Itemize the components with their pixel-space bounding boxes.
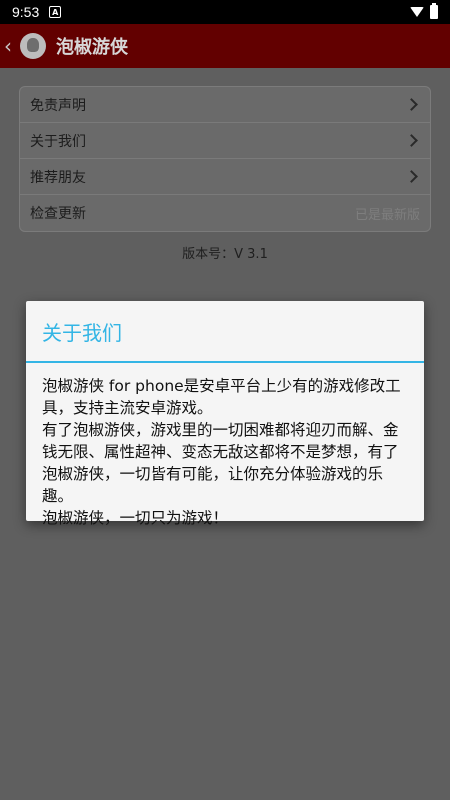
app-toolbar: ‹ 泡椒游侠 [0,24,450,68]
chevron-right-icon [405,98,418,111]
update-status-text: 已是最新版 [354,207,420,223]
app-logo-icon [20,33,46,59]
status-bar: 9:53 A [0,0,450,24]
dialog-paragraph: 泡椒游侠 for phone是安卓平台上少有的游戏修改工具，支持主流安卓游戏。 [42,377,401,417]
settings-item-label: 检查更新 [30,206,86,222]
app-title: 泡椒游侠 [56,37,128,58]
status-time: 9:53 [12,4,40,20]
settings-item-disclaimer[interactable]: 免责声明 [20,87,430,123]
version-label: 版本号：V 3.1 [182,247,268,262]
about-dialog: 关于我们 泡椒游侠 for phone是安卓平台上少有的游戏修改工具，支持主流安… [26,301,424,527]
dialog-paragraph: 泡椒游侠，一切只为游戏！ [42,509,229,527]
back-arrow-icon[interactable]: ‹ [4,34,18,58]
chevron-right-icon [405,170,418,183]
battery-icon [430,3,438,19]
settings-item-recommend[interactable]: 推荐朋友 [20,159,430,195]
dialog-body: 泡椒游侠 for phone是安卓平台上少有的游戏修改工具，支持主流安卓游戏。 … [26,363,424,529]
settings-item-label: 关于我们 [30,133,86,150]
wifi-icon [410,7,424,17]
settings-item-check-update[interactable]: 检查更新 已是最新版 [20,195,430,231]
dialog-title: 关于我们 [42,320,122,345]
chevron-right-icon [405,134,418,147]
settings-item-label: 推荐朋友 [30,169,86,186]
status-icons [410,3,438,19]
settings-list: 免责声明 关于我们 推荐朋友 检查更新 已是最新版 [19,86,431,232]
settings-item-about[interactable]: 关于我们 [20,123,430,159]
notification-a-icon: A [49,6,62,18]
dialog-paragraph: 有了泡椒游侠，游戏里的一切困难都将迎刃而解、金钱无限、属性超神、变态无敌这都将不… [42,421,399,505]
settings-item-label: 免责声明 [30,97,86,114]
